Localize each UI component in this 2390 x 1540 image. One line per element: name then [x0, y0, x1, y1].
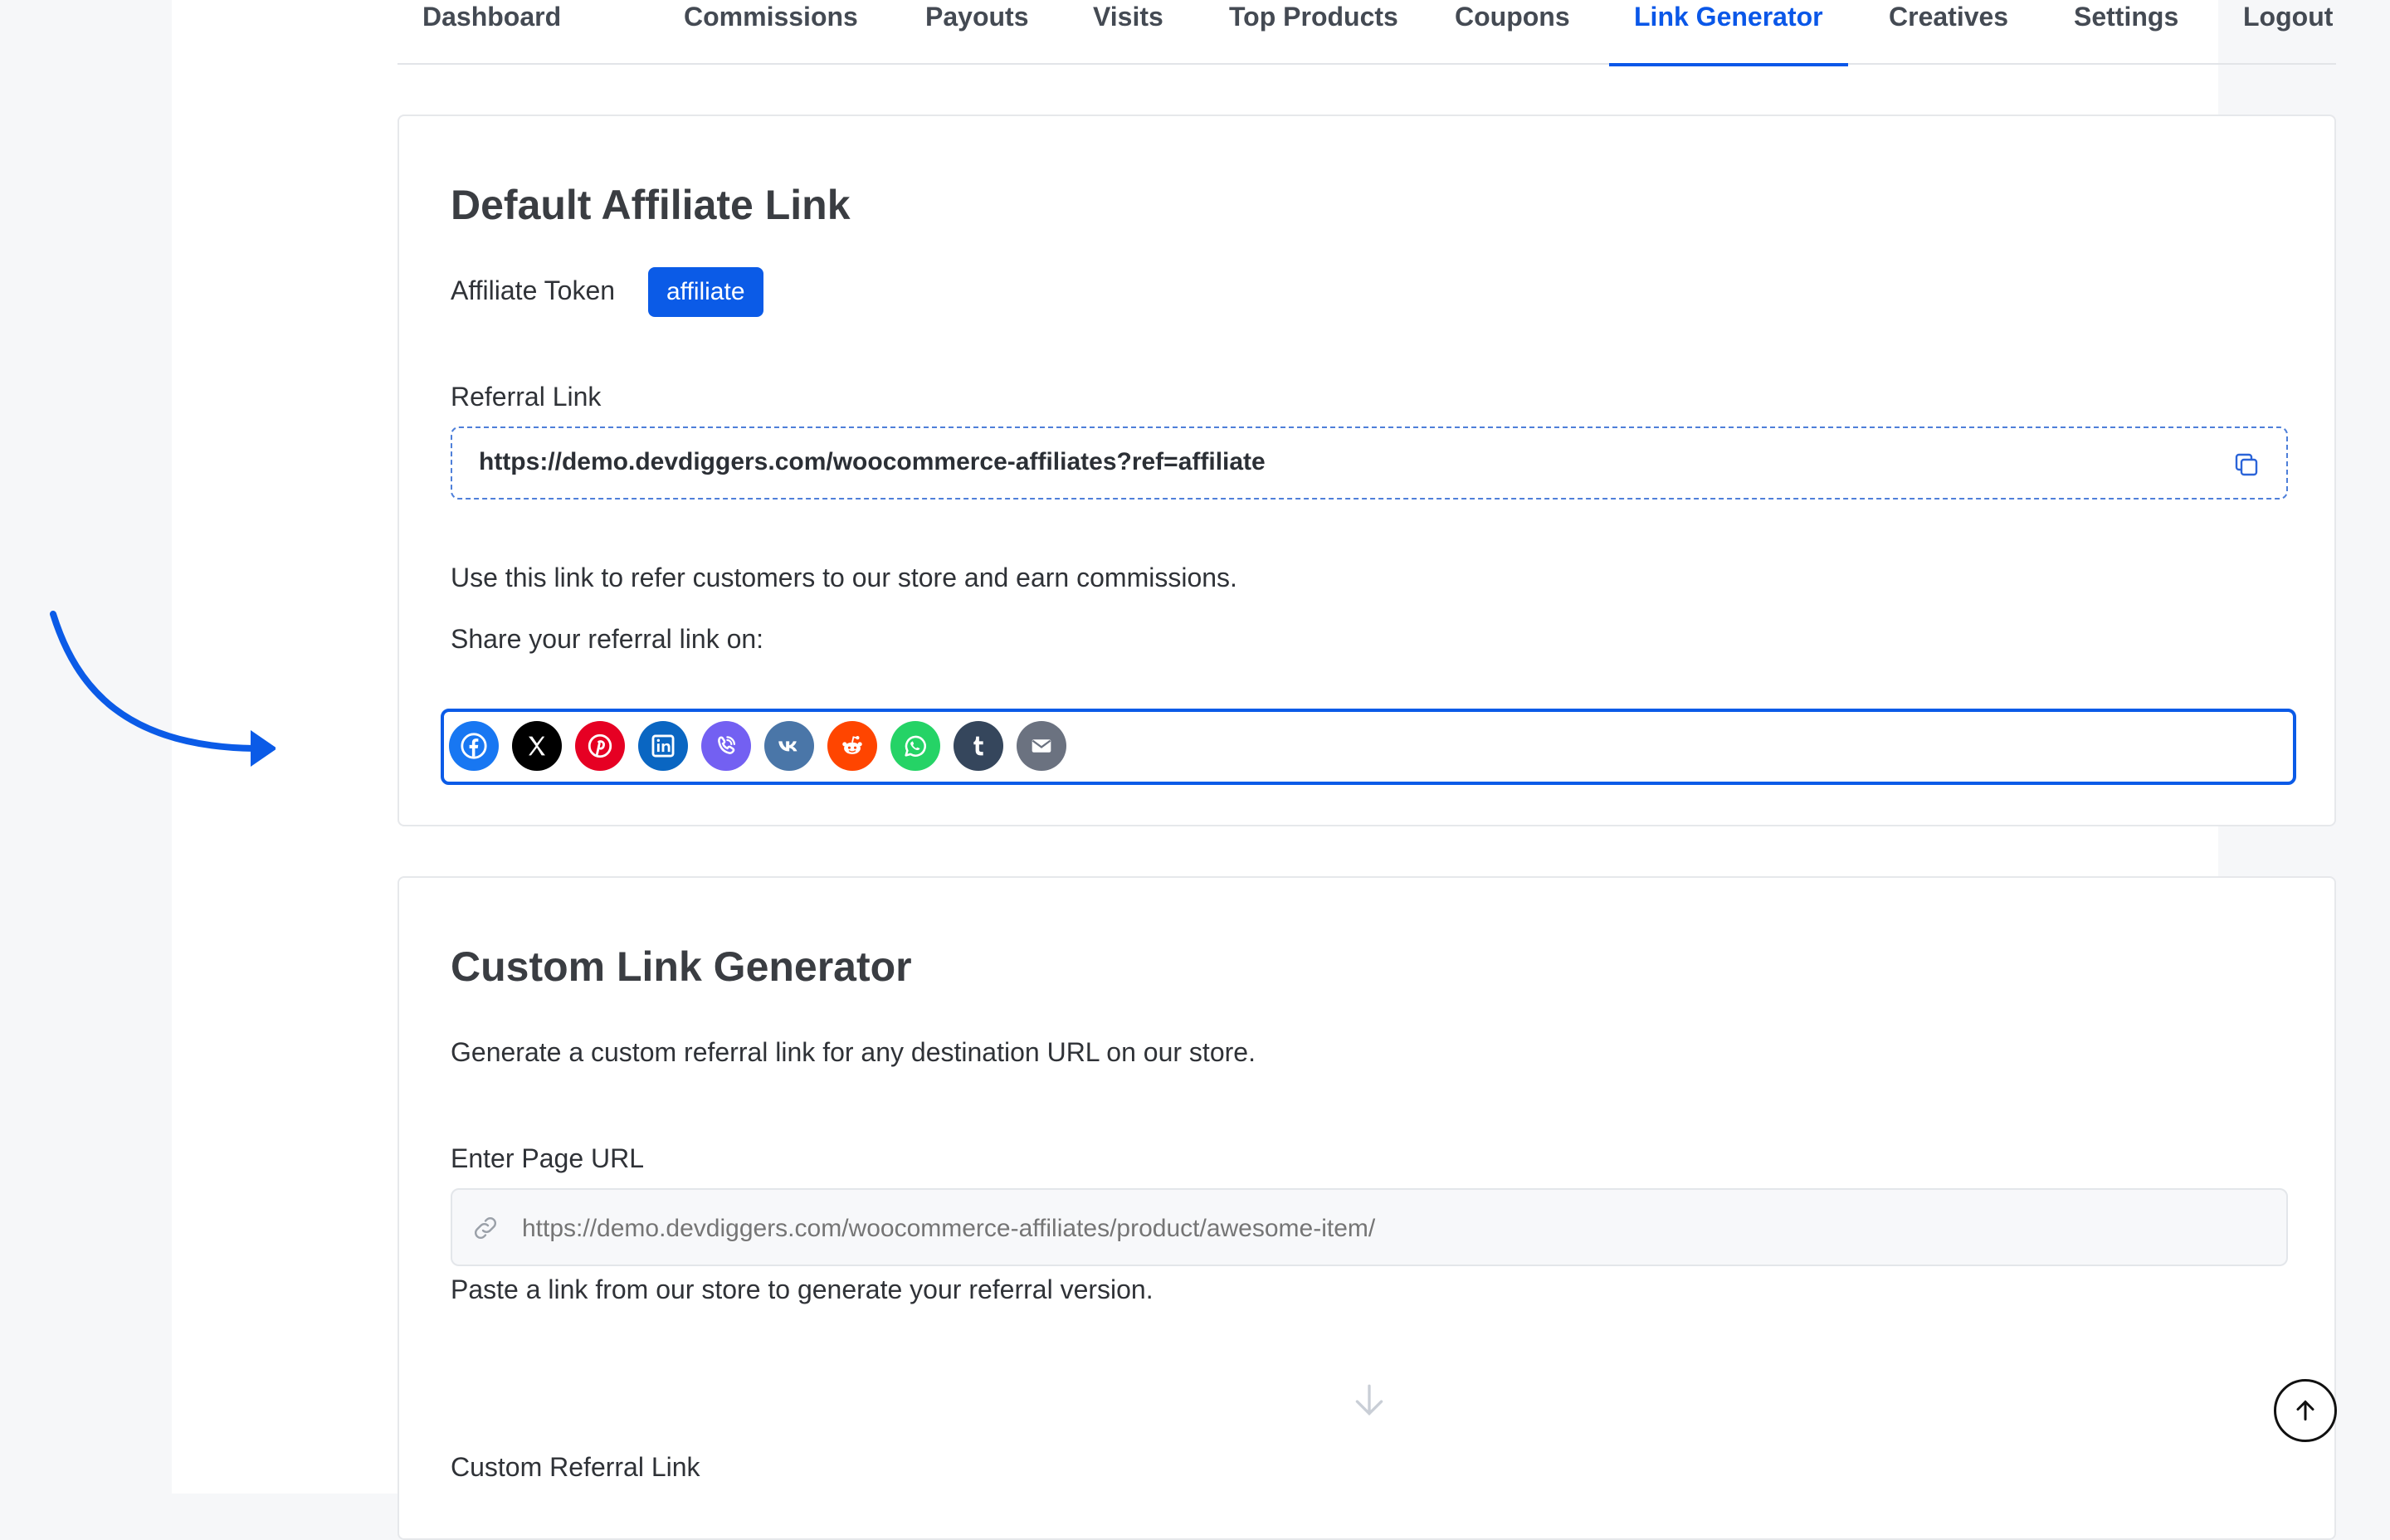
annotation-arrow-icon — [50, 611, 276, 767]
page-url-help: Paste a link from our store to generate … — [451, 1274, 1154, 1304]
affiliate-token-label: Affiliate Token — [451, 275, 616, 305]
share-buttons-row — [441, 709, 2296, 785]
page-container: Dashboard Commissions Payouts Visits Top… — [172, 0, 2336, 1540]
page-url-input[interactable] — [520, 1205, 2250, 1253]
reddit-icon[interactable] — [827, 721, 877, 771]
referral-link-box[interactable]: https://demo.devdiggers.com/woocommerce-… — [451, 426, 2288, 500]
section-title: Custom Link Generator — [451, 943, 912, 990]
vk-icon[interactable] — [764, 721, 814, 771]
tab-top-products[interactable]: Top Products — [1229, 0, 1398, 65]
page-url-field[interactable] — [451, 1188, 2288, 1266]
tab-link-generator[interactable]: Link Generator — [1609, 0, 1848, 66]
section-title: Default Affiliate Link — [451, 182, 851, 228]
tab-commissions[interactable]: Commissions — [684, 0, 858, 65]
custom-link-description: Generate a custom referral link for any … — [451, 1037, 1256, 1067]
arrow-up-icon — [2296, 1400, 2314, 1421]
x-twitter-icon[interactable] — [512, 721, 562, 771]
facebook-icon[interactable] — [449, 721, 499, 771]
page-url-label: Enter Page URL — [451, 1143, 645, 1173]
referral-description: Use this link to refer customers to our … — [451, 563, 1237, 592]
linkedin-icon[interactable] — [638, 721, 688, 771]
tumblr-icon[interactable] — [954, 721, 1003, 771]
copy-icon[interactable] — [2231, 450, 2261, 480]
tab-creatives[interactable]: Creatives — [1889, 0, 2008, 65]
arrow-down-icon — [1349, 1379, 1390, 1421]
custom-referral-link-label: Custom Referral Link — [451, 1452, 700, 1482]
account-tabs: Dashboard Commissions Payouts Visits Top… — [398, 0, 2336, 66]
email-icon[interactable] — [1017, 721, 1066, 771]
link-icon — [471, 1213, 500, 1243]
tab-visits[interactable]: Visits — [1093, 0, 1163, 65]
whatsapp-icon[interactable] — [890, 721, 940, 771]
affiliate-token-badge: affiliate — [648, 267, 763, 317]
pinterest-icon[interactable] — [575, 721, 625, 771]
tab-logout[interactable]: Logout — [2243, 0, 2333, 65]
referral-link-label: Referral Link — [451, 382, 602, 412]
tab-coupons[interactable]: Coupons — [1455, 0, 1570, 65]
custom-link-generator-card: Custom Link Generator Generate a custom … — [398, 876, 2336, 1540]
scroll-to-top-button[interactable] — [2274, 1379, 2337, 1442]
default-affiliate-link-card: Default Affiliate Link Affiliate Token a… — [398, 115, 2336, 826]
share-label: Share your referral link on: — [451, 624, 764, 654]
referral-link-url: https://demo.devdiggers.com/woocommerce-… — [479, 448, 1266, 475]
tab-dashboard[interactable]: Dashboard — [422, 0, 561, 65]
viber-icon[interactable] — [701, 721, 751, 771]
tab-payouts[interactable]: Payouts — [925, 0, 1028, 65]
tab-settings[interactable]: Settings — [2074, 0, 2178, 65]
